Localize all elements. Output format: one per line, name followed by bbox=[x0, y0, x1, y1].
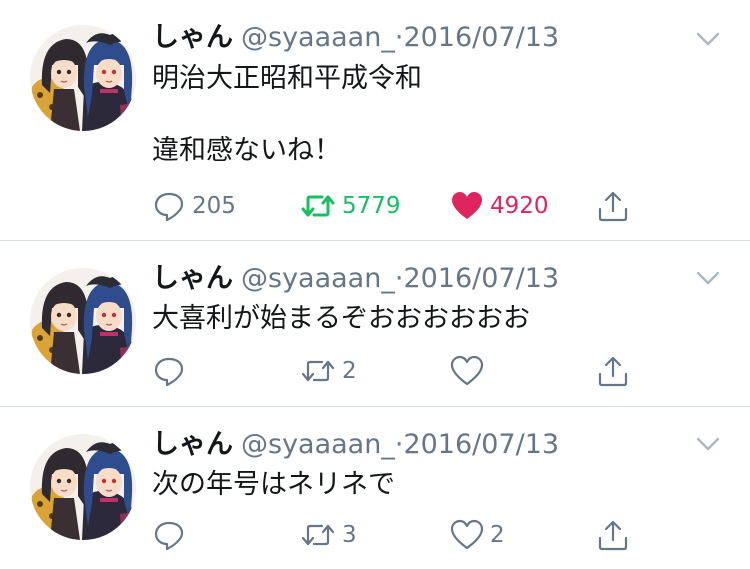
user-handle[interactable]: @syaaaan_ bbox=[241, 22, 395, 53]
tweet-header: しゃん @syaaaan_·2016/07/13 bbox=[152, 262, 559, 296]
share-button[interactable] bbox=[596, 515, 630, 555]
tweet-actions: 205 5779 4920 bbox=[150, 186, 640, 226]
retweet-arrows-icon bbox=[301, 524, 335, 546]
retweet-count: 5779 bbox=[342, 193, 401, 219]
tweet-header: しゃん @syaaaan_·2016/07/13 bbox=[152, 21, 559, 55]
share-button[interactable] bbox=[596, 186, 630, 226]
tweet-1[interactable]: しゃん @syaaaan_·2016/07/13 明治大正昭和平成令和 違和感ない… bbox=[0, 0, 750, 240]
tweet-text: 明治大正昭和平成令和 違和感ないね！ bbox=[152, 63, 422, 166]
tweet-actions: 3 2 bbox=[150, 515, 640, 555]
share-upload-icon bbox=[598, 520, 628, 551]
chevron-down-icon[interactable] bbox=[695, 265, 721, 291]
like-count: 4920 bbox=[490, 193, 549, 219]
user-handle[interactable]: @syaaaan_ bbox=[241, 263, 395, 294]
display-name[interactable]: しゃん bbox=[152, 429, 233, 460]
retweet-count: 2 bbox=[342, 358, 357, 384]
like-button[interactable]: 4920 bbox=[450, 186, 549, 226]
avatar-image bbox=[30, 434, 136, 540]
reply-button[interactable] bbox=[152, 515, 192, 555]
speech-bubble-icon bbox=[154, 521, 184, 551]
avatar-image bbox=[30, 268, 136, 374]
avatar[interactable] bbox=[30, 268, 136, 374]
retweet-arrows-icon bbox=[301, 360, 335, 382]
retweet-button[interactable]: 2 bbox=[300, 351, 357, 391]
like-count: 2 bbox=[490, 522, 505, 548]
like-button[interactable]: 2 bbox=[450, 515, 505, 555]
tweet-text: 次の年号はネリネで bbox=[152, 469, 395, 500]
retweet-button[interactable]: 3 bbox=[300, 515, 357, 555]
retweet-button[interactable]: 5779 bbox=[300, 186, 401, 226]
tweet-date[interactable]: 2016/07/13 bbox=[403, 429, 559, 460]
chevron-down-icon[interactable] bbox=[695, 26, 721, 52]
tweet-3[interactable]: しゃん @syaaaan_·2016/07/13 次の年号はネリネで 3 2 bbox=[0, 407, 750, 569]
avatar-image bbox=[30, 25, 136, 131]
speech-bubble-icon bbox=[154, 192, 184, 222]
tweet-date[interactable]: 2016/07/13 bbox=[403, 22, 559, 53]
retweet-arrows-icon bbox=[301, 195, 335, 217]
reply-button[interactable] bbox=[152, 351, 192, 391]
retweet-count: 3 bbox=[342, 522, 357, 548]
tweet-date[interactable]: 2016/07/13 bbox=[403, 263, 559, 294]
reply-button[interactable]: 205 bbox=[152, 186, 236, 226]
tweet-header: しゃん @syaaaan_·2016/07/13 bbox=[152, 428, 559, 462]
share-button[interactable] bbox=[596, 351, 630, 391]
chevron-down-icon[interactable] bbox=[695, 431, 721, 457]
speech-bubble-icon bbox=[154, 357, 184, 387]
like-button[interactable] bbox=[450, 351, 490, 391]
display-name[interactable]: しゃん bbox=[152, 22, 233, 53]
heart-icon bbox=[452, 192, 482, 219]
display-name[interactable]: しゃん bbox=[152, 263, 233, 294]
tweet-text: 大喜利が始まるぞおおおおおお bbox=[152, 303, 530, 334]
tweet-2[interactable]: しゃん@syaaaan_·2016/07/13 大喜利が始まるぞおおおおおお bbox=[0, 241, 750, 406]
heart-icon bbox=[450, 519, 484, 550]
share-upload-icon bbox=[598, 356, 628, 387]
share-upload-icon bbox=[598, 191, 628, 222]
reply-count: 205 bbox=[192, 193, 236, 219]
avatar[interactable] bbox=[30, 434, 136, 540]
tweet-actions: 2 bbox=[150, 351, 640, 391]
avatar[interactable] bbox=[30, 25, 136, 131]
tweet-feed: しゃん @syaaaan_·2016/07/13 明治大正昭和平成令和 違和感ない… bbox=[0, 0, 750, 569]
user-handle[interactable]: @syaaaan_ bbox=[241, 429, 395, 460]
heart-icon bbox=[450, 355, 484, 386]
